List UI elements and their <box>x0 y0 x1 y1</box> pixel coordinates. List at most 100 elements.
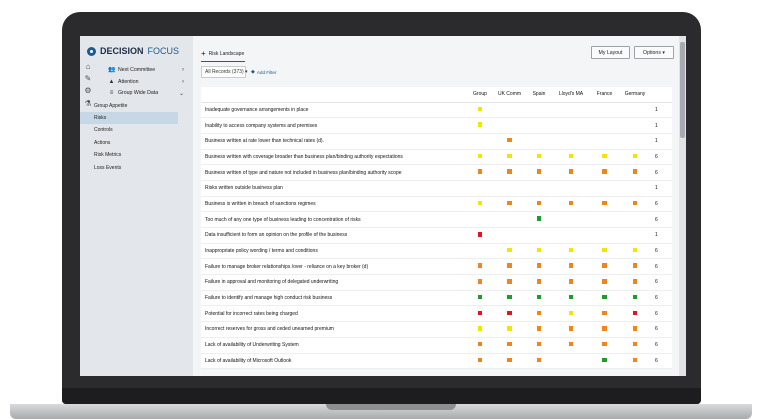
rating-cell[interactable] <box>468 290 492 307</box>
rating-cell[interactable] <box>618 211 652 228</box>
rating-cell[interactable] <box>591 290 618 307</box>
column-header[interactable]: France <box>591 87 618 103</box>
rating-cell[interactable] <box>527 243 551 260</box>
table-row[interactable]: Lack of availability of Microsoft Outloo… <box>201 353 672 370</box>
rating-cell[interactable] <box>492 164 527 181</box>
rating-cell[interactable] <box>551 211 591 228</box>
rating-cell[interactable] <box>551 305 591 323</box>
rating-cell[interactable] <box>527 290 551 307</box>
rating-cell[interactable] <box>591 337 618 354</box>
settings-icon[interactable]: ⚙ <box>84 87 92 95</box>
rating-cell[interactable] <box>618 180 652 197</box>
sidebar-subitem-actions[interactable]: Actions <box>80 137 178 149</box>
sidebar-subitem-risks[interactable]: Risks <box>80 111 178 125</box>
rating-cell[interactable] <box>551 227 591 244</box>
rating-cell[interactable] <box>591 258 618 276</box>
rating-cell[interactable] <box>618 149 652 166</box>
rating-cell[interactable] <box>591 321 618 338</box>
rating-cell[interactable] <box>468 321 492 338</box>
records-dropdown[interactable]: All Records (373) ▾ <box>201 66 248 78</box>
rating-cell[interactable] <box>468 102 492 119</box>
rating-cell[interactable] <box>551 102 591 119</box>
rating-cell[interactable] <box>551 196 591 213</box>
rating-cell[interactable] <box>527 149 551 166</box>
rating-cell[interactable] <box>468 133 492 150</box>
table-row[interactable]: Risks written outside business plan 1 <box>201 180 672 197</box>
home-icon[interactable]: ⌂ <box>84 63 92 71</box>
vertical-scrollbar[interactable] <box>679 36 686 376</box>
table-row[interactable]: Business written of type and nature not … <box>201 164 672 181</box>
rating-cell[interactable] <box>591 102 618 119</box>
sidebar-item-next-committee[interactable]: 👥 Next Committee › <box>108 64 192 76</box>
rating-cell[interactable] <box>527 196 551 213</box>
tab-risk-landscape[interactable]: + Risk Landscape <box>201 46 245 62</box>
risk-name[interactable]: Risks written outside business plan <box>201 180 468 197</box>
my-layout-button[interactable]: My Layout <box>591 46 630 59</box>
column-header[interactable]: Lloyd's MA <box>551 87 591 103</box>
rating-cell[interactable] <box>468 258 492 276</box>
rating-cell[interactable] <box>618 243 652 260</box>
rating-cell[interactable] <box>492 321 527 338</box>
rating-cell[interactable] <box>492 337 527 354</box>
rating-cell[interactable] <box>618 274 652 291</box>
scrollbar-thumb[interactable] <box>680 42 685 138</box>
rating-cell[interactable] <box>618 196 652 213</box>
rating-cell[interactable] <box>492 243 527 260</box>
risk-name[interactable]: Lack of availability of Microsoft Outloo… <box>201 353 468 370</box>
risk-name[interactable]: Business is written in breach of sanctio… <box>201 196 468 213</box>
rating-cell[interactable] <box>492 196 527 213</box>
rating-cell[interactable] <box>468 117 492 134</box>
table-row[interactable]: Failure to manage broker relationships /… <box>201 258 672 276</box>
rating-cell[interactable] <box>527 164 551 181</box>
rating-cell[interactable] <box>492 149 527 166</box>
rating-cell[interactable] <box>527 305 551 323</box>
table-row[interactable]: Lack of availability of Underwriting Sys… <box>201 337 672 354</box>
chevron-icon[interactable]: › <box>182 67 184 73</box>
rating-cell[interactable] <box>527 337 551 354</box>
rating-cell[interactable] <box>591 133 618 150</box>
rating-cell[interactable] <box>551 133 591 150</box>
table-row[interactable]: Failure in approval and monitoring of de… <box>201 274 672 291</box>
risk-name[interactable]: Data insufficient to form an opinion on … <box>201 227 468 244</box>
rating-cell[interactable] <box>618 102 652 119</box>
table-row[interactable]: Failure to identify and manage high cond… <box>201 290 672 307</box>
rating-cell[interactable] <box>468 243 492 260</box>
risk-name[interactable]: Business written at rate lower than tech… <box>201 133 468 150</box>
rating-cell[interactable] <box>492 117 527 134</box>
rating-cell[interactable] <box>551 321 591 338</box>
risk-name[interactable]: Inappropriate policy wording / terms and… <box>201 243 468 260</box>
rating-cell[interactable] <box>551 243 591 260</box>
rating-cell[interactable] <box>468 274 492 291</box>
sidebar-subitem-loss-events[interactable]: Loss Events <box>80 161 178 173</box>
chevron-icon[interactable]: › <box>182 79 184 85</box>
rating-cell[interactable] <box>527 227 551 244</box>
table-row[interactable]: Business is written in breach of sanctio… <box>201 196 672 213</box>
rating-cell[interactable] <box>468 180 492 197</box>
rating-cell[interactable] <box>591 149 618 166</box>
chevron-icon[interactable]: ⌄ <box>179 90 184 97</box>
rating-cell[interactable] <box>551 337 591 354</box>
rating-cell[interactable] <box>492 258 527 276</box>
rating-cell[interactable] <box>618 321 652 338</box>
table-row[interactable]: Inappropriate policy wording / terms and… <box>201 243 672 260</box>
rating-cell[interactable] <box>468 211 492 228</box>
risk-name[interactable]: Incorrect reserves for gross and ceded u… <box>201 321 468 338</box>
rating-cell[interactable] <box>591 274 618 291</box>
table-row[interactable]: Data insufficient to form an opinion on … <box>201 227 672 244</box>
rating-cell[interactable] <box>492 102 527 119</box>
rating-cell[interactable] <box>527 321 551 338</box>
rating-cell[interactable] <box>468 353 492 370</box>
rating-cell[interactable] <box>618 258 652 276</box>
risk-name[interactable]: Lack of availability of Underwriting Sys… <box>201 337 468 354</box>
rating-cell[interactable] <box>551 117 591 134</box>
rating-cell[interactable] <box>618 227 652 244</box>
column-header[interactable]: Group <box>468 87 492 103</box>
rating-cell[interactable] <box>551 353 591 370</box>
risk-name[interactable]: Failure to identify and manage high cond… <box>201 290 468 307</box>
rating-cell[interactable] <box>468 164 492 181</box>
pin-icon[interactable]: ✎ <box>84 75 92 83</box>
column-header[interactable]: UK Comm <box>492 87 527 103</box>
rating-cell[interactable] <box>468 337 492 354</box>
rating-cell[interactable] <box>551 149 591 166</box>
table-row[interactable]: Business written at rate lower than tech… <box>201 133 672 150</box>
